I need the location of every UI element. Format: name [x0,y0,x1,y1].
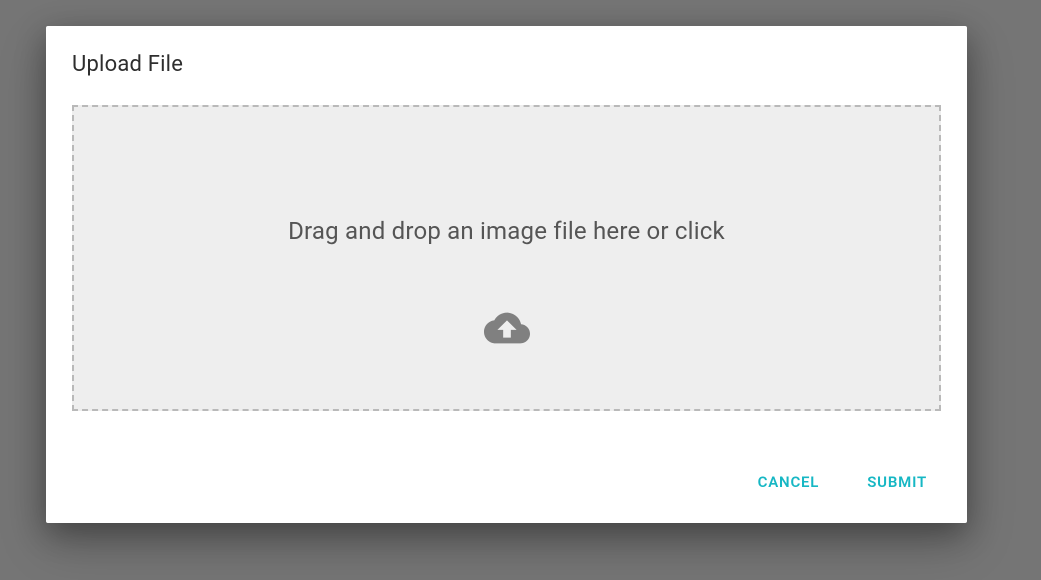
dropzone-instruction-text: Drag and drop an image file here or clic… [288,217,725,245]
cancel-button[interactable]: CANCEL [754,467,824,497]
submit-button[interactable]: SUBMIT [863,467,931,497]
cloud-upload-icon [476,305,538,355]
file-dropzone[interactable]: Drag and drop an image file here or clic… [72,105,941,411]
dialog-title: Upload File [72,52,941,77]
dialog-actions: CANCEL SUBMIT [72,467,941,501]
upload-file-dialog: Upload File Drag and drop an image file … [46,26,967,523]
